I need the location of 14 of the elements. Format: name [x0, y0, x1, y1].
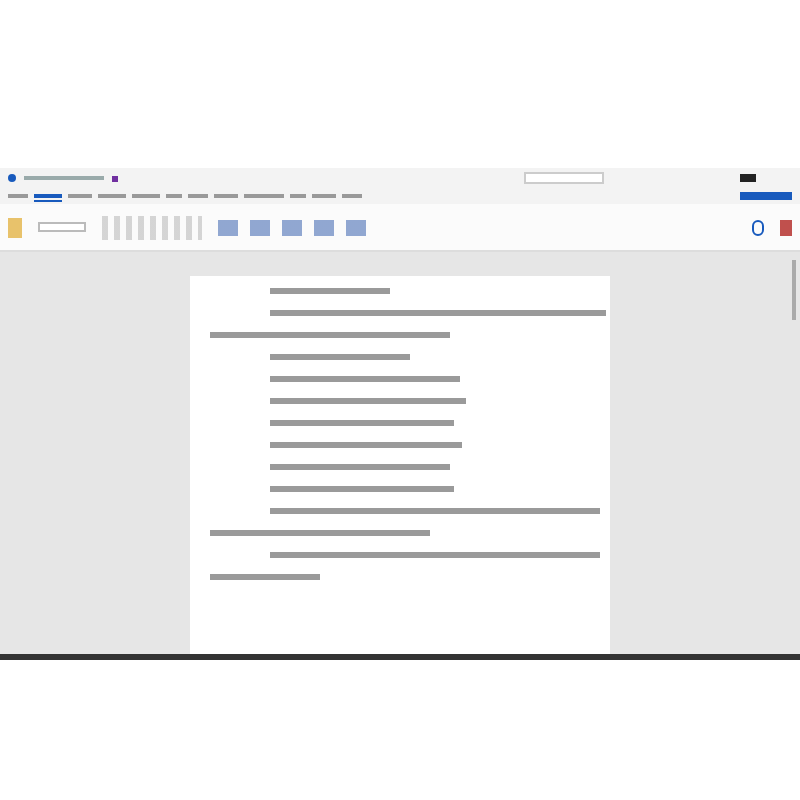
font-name-field[interactable]: [38, 222, 86, 232]
search-field[interactable]: [524, 172, 604, 184]
illegible-text-line: [210, 574, 320, 580]
illegible-text-line: [270, 288, 390, 294]
ribbon-tab[interactable]: [68, 190, 92, 202]
addin-icon[interactable]: [780, 219, 792, 235]
illegible-text-line: [270, 354, 410, 360]
app-logo-icon: [8, 174, 16, 182]
ribbon-tab[interactable]: [34, 190, 62, 202]
save-icon[interactable]: [112, 175, 118, 181]
paste-icon[interactable]: [8, 217, 22, 237]
ribbon-tab[interactable]: [8, 190, 28, 202]
paragraph-controls-drawing: [102, 215, 202, 239]
scroll-bar[interactable]: [792, 260, 796, 320]
